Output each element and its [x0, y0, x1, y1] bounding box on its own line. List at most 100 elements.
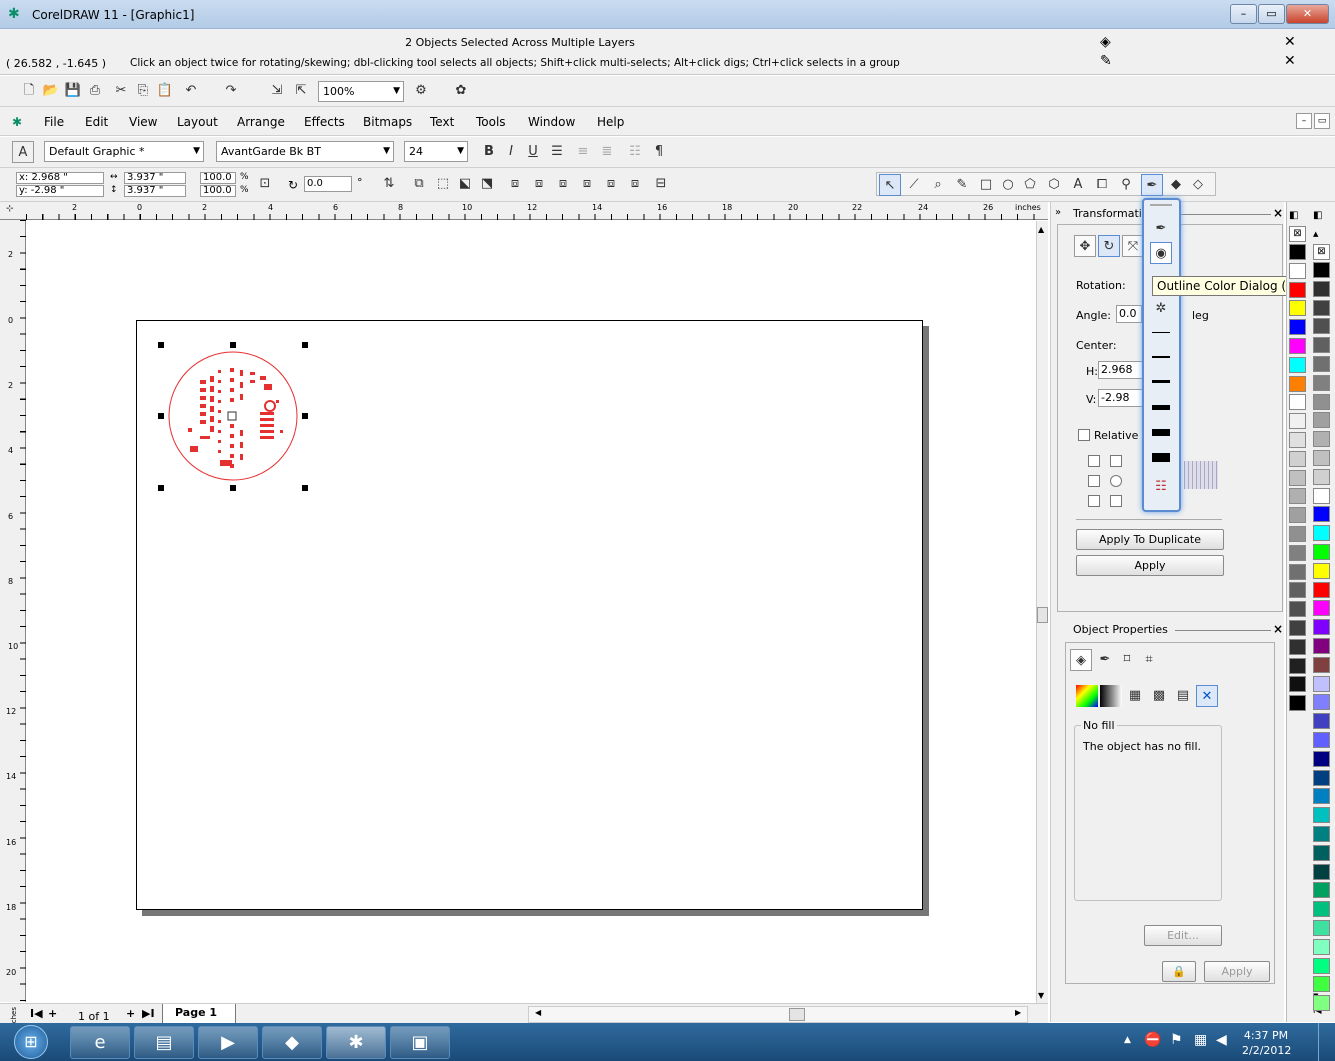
color-swatch[interactable] — [1313, 393, 1330, 410]
import-icon[interactable]: ⇲ — [266, 80, 288, 102]
detail-tab-icon[interactable]: ⌗ — [1138, 649, 1160, 671]
corel-online-icon[interactable]: ✿ — [450, 80, 472, 102]
color-swatch[interactable] — [1313, 356, 1330, 372]
color-swatch[interactable] — [1289, 657, 1306, 674]
fill-tool-icon[interactable]: ◆ — [1165, 174, 1187, 196]
shape-op6-icon[interactable]: ⧈ — [624, 173, 646, 195]
color-swatch[interactable] — [1313, 938, 1330, 955]
color-swatch[interactable] — [1313, 920, 1330, 936]
outline-tool-icon[interactable]: ✒ — [1141, 174, 1163, 196]
graphic-text-styles-icon[interactable]: A — [12, 141, 34, 163]
shape-tool-icon[interactable]: ⟋ — [903, 174, 925, 196]
scale-icon[interactable]: ⤧ — [1122, 235, 1144, 257]
open-icon[interactable]: 📂 — [40, 80, 62, 102]
position-icon[interactable]: ✥ — [1074, 235, 1096, 257]
tray-volume-icon[interactable]: ◀ — [1216, 1032, 1227, 1048]
no-color-swatch[interactable]: ⊠ — [1313, 244, 1330, 260]
color-swatch[interactable] — [1289, 394, 1306, 411]
fill-none-icon[interactable]: ✕ — [1284, 34, 1296, 50]
minimize-button[interactable]: – — [1230, 4, 1257, 24]
tray-security-icon[interactable]: ⛔ — [1144, 1032, 1161, 1048]
color-swatch[interactable] — [1289, 413, 1306, 430]
color-swatch[interactable] — [1289, 469, 1306, 486]
interactive-tool-icon[interactable]: ⧠ — [1091, 174, 1113, 196]
outline-none-icon[interactable]: ✕ — [1284, 53, 1296, 69]
color-swatch[interactable] — [1313, 901, 1330, 918]
outline-16pt-icon[interactable] — [1152, 429, 1170, 436]
outline-24pt-icon[interactable] — [1152, 453, 1170, 462]
palette-flyout-icon[interactable]: ◧ — [1313, 210, 1322, 221]
pcb-artwork[interactable] — [160, 340, 310, 490]
start-button[interactable]: ⊞ — [14, 1025, 48, 1059]
export-icon[interactable]: ⇱ — [290, 80, 312, 102]
color-swatch[interactable] — [1289, 620, 1306, 636]
anchor-checkbox[interactable] — [1110, 455, 1122, 467]
color-swatch[interactable] — [1313, 374, 1330, 391]
color-swatch[interactable] — [1289, 375, 1306, 392]
color-swatch[interactable] — [1313, 656, 1330, 673]
hairline-outline-icon[interactable] — [1152, 332, 1170, 333]
shape-op4-icon[interactable]: ⧈ — [576, 173, 598, 195]
selection-handle[interactable] — [158, 413, 164, 419]
zoom-tool-icon[interactable]: ⌕ — [927, 174, 949, 196]
scroll-up-icon[interactable]: ▲ — [1038, 225, 1044, 234]
thin-outline-icon[interactable] — [1152, 356, 1170, 358]
color-swatch[interactable] — [1289, 262, 1306, 279]
color-swatch[interactable] — [1313, 882, 1330, 899]
color-swatch[interactable] — [1289, 638, 1306, 655]
color-swatch[interactable] — [1313, 525, 1330, 542]
shape-op5-icon[interactable]: ⧈ — [600, 173, 622, 195]
rectangle-tool-icon[interactable]: □ — [975, 174, 997, 196]
anchor-radio[interactable] — [1110, 475, 1122, 487]
application-launcher-icon[interactable]: ⚙ — [410, 80, 432, 102]
group-icon[interactable]: ⧉ — [408, 173, 430, 195]
color-swatch[interactable] — [1313, 506, 1330, 523]
menu-view[interactable]: View — [129, 115, 157, 129]
columns-icon[interactable]: ☷ — [624, 141, 646, 163]
center-v-field[interactable]: -2.98 — [1098, 389, 1148, 407]
color-swatch[interactable] — [1313, 844, 1330, 861]
color-swatch[interactable] — [1289, 338, 1306, 354]
page-tab[interactable]: Page 1 — [162, 1004, 236, 1024]
color-swatch[interactable] — [1289, 432, 1306, 448]
color-swatch[interactable] — [1289, 582, 1306, 599]
color-swatch[interactable] — [1313, 544, 1330, 560]
tray-network-icon[interactable]: ▦ — [1194, 1032, 1207, 1048]
color-swatch[interactable] — [1313, 863, 1330, 880]
clock-time[interactable]: 4:37 PM — [1242, 1029, 1290, 1042]
scroll-left-icon[interactable]: ◀ — [535, 1008, 541, 1017]
zoom-levels-dropdown[interactable]: 100% ▼ — [318, 81, 404, 102]
last-page-icon[interactable]: ▶I — [142, 1007, 155, 1020]
edit-button[interactable]: Edit... — [1144, 925, 1222, 946]
italic-icon[interactable]: I — [500, 141, 522, 163]
menu-window[interactable]: Window — [528, 115, 575, 129]
texture-fill-icon[interactable]: ▩ — [1148, 685, 1170, 707]
selection-handle[interactable] — [158, 485, 164, 491]
horizontal-scroll-thumb[interactable] — [789, 1008, 805, 1021]
apply-to-duplicate-button[interactable]: Apply To Duplicate — [1076, 529, 1224, 550]
align-distribute-icon[interactable]: ⊟ — [650, 173, 672, 195]
pick-tool-icon[interactable]: ↖ — [879, 174, 901, 196]
add-page-before-icon[interactable]: + — [48, 1007, 57, 1020]
outline-2pt-icon[interactable] — [1152, 380, 1170, 383]
menu-edit[interactable]: Edit — [85, 115, 108, 129]
selection-handle[interactable] — [302, 485, 308, 491]
color-swatch[interactable] — [1289, 244, 1306, 260]
color-swatch[interactable] — [1313, 412, 1330, 429]
menu-bitmaps[interactable]: Bitmaps — [363, 115, 412, 129]
color-swatch[interactable] — [1313, 450, 1330, 466]
no-color-swatch[interactable]: ⊠ — [1289, 226, 1306, 242]
tray-flag-icon[interactable]: ⚑ — [1170, 1032, 1183, 1048]
paragraph-icon[interactable]: ¶ — [648, 141, 670, 163]
center-h-field[interactable]: 2.968 — [1098, 361, 1148, 379]
color-swatch[interactable] — [1289, 544, 1306, 561]
color-swatch[interactable] — [1313, 468, 1330, 485]
color-swatch[interactable] — [1289, 526, 1306, 542]
anchor-checkbox[interactable] — [1110, 495, 1122, 507]
color-swatch[interactable] — [1289, 450, 1306, 467]
anchor-checkbox[interactable] — [1088, 495, 1100, 507]
color-swatch[interactable] — [1313, 280, 1330, 297]
outline-pen-dialog-icon[interactable]: ✒ — [1150, 218, 1172, 240]
redo-icon[interactable]: ↷ — [220, 80, 242, 102]
new-icon[interactable]: 🗋 — [18, 80, 40, 102]
